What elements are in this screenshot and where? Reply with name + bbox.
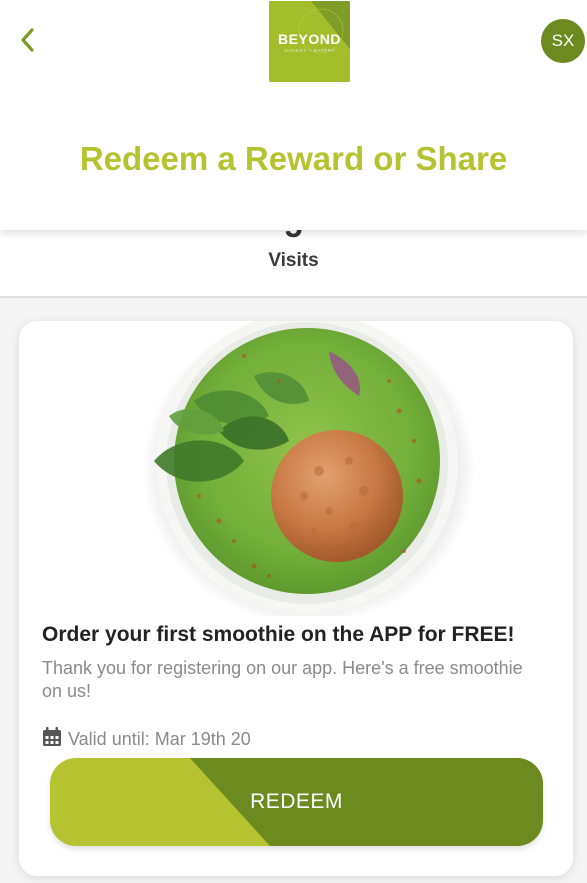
chevron-left-icon xyxy=(19,27,37,58)
reward-card[interactable]: Order your first smoothie on the APP for… xyxy=(19,321,573,876)
calendar-icon xyxy=(42,726,62,752)
smoothie-bowl-image xyxy=(143,321,475,616)
reward-description: Thank you for registering on our app. He… xyxy=(42,658,523,701)
redeem-button[interactable]: REDEEM xyxy=(50,758,543,846)
visits-label: Visits xyxy=(268,250,319,271)
page-title: Redeem a Reward or Share xyxy=(79,140,508,177)
visits-count: 5 xyxy=(0,230,587,245)
logo-text: BEYOND xyxy=(278,31,341,47)
logo-subtext: JUICERY + EATERY xyxy=(283,48,336,53)
beyond-logo[interactable]: BEYOND JUICERY + EATERY xyxy=(269,1,350,82)
valid-until-text: Valid until: Mar 19th 20 xyxy=(68,728,251,749)
redeem-label: REDEEM xyxy=(250,790,343,813)
visits-section: 5 Visits xyxy=(0,230,587,298)
reward-title: Order your first smoothie on the APP for… xyxy=(42,623,515,646)
back-button[interactable] xyxy=(10,24,46,60)
top-header: BEYOND JUICERY + EATERY SX xyxy=(0,0,587,84)
title-banner: Redeem a Reward or Share xyxy=(0,84,587,230)
valid-until: Valid until: Mar 19th 20 xyxy=(42,726,251,752)
avatar[interactable]: SX xyxy=(541,19,585,63)
